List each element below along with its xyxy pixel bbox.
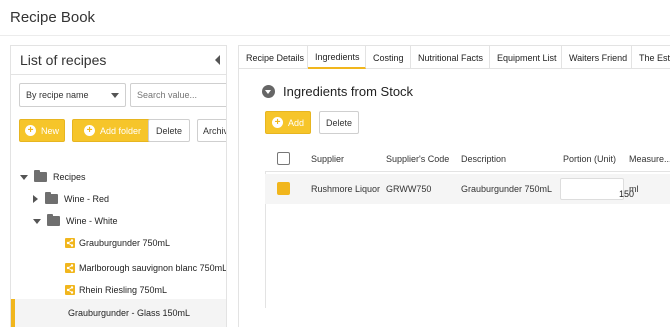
add-folder-label: Add folder — [99, 125, 142, 136]
tab-label: Equipment List — [497, 52, 557, 63]
new-button[interactable]: + New — [19, 119, 65, 142]
recipe-list-panel: List of recipes By recipe name + New + A… — [10, 45, 227, 327]
delete-label: Delete — [325, 117, 352, 128]
expand-icon[interactable] — [20, 174, 28, 180]
tab-waiters-friend[interactable]: Waiters Friend — [562, 46, 632, 69]
tree-recipe[interactable]: Marlborough sauvignon blanc 750mL — [65, 257, 227, 279]
filter-select[interactable]: By recipe name — [19, 83, 126, 107]
select-all-checkbox[interactable] — [277, 152, 290, 165]
column-header[interactable]: Supplier's Code — [386, 154, 449, 164]
delete-button[interactable]: Delete — [148, 119, 190, 142]
delete-label: Delete — [155, 125, 182, 136]
tree-folder-label: Wine - White — [66, 216, 118, 226]
tab-the-estimate[interactable]: The Esti — [632, 46, 670, 69]
tab-nutritional-facts[interactable]: Nutritional Facts — [411, 46, 490, 69]
divider — [11, 74, 226, 75]
app-title: Recipe Book — [10, 9, 96, 26]
tree-folder-label: Wine - Red — [64, 194, 110, 204]
tree-recipe[interactable]: Grauburgunder 750mL — [65, 232, 170, 254]
chevron-down-icon — [111, 93, 119, 98]
measure-cell: ml — [629, 184, 639, 194]
search-input[interactable] — [130, 83, 226, 107]
table-header: Supplier Supplier's Code Description Por… — [265, 146, 670, 172]
portion-input[interactable]: 150 — [560, 178, 634, 200]
folder-icon — [45, 192, 58, 204]
collapse-arrow-icon[interactable] — [33, 195, 38, 203]
tab-label: Ingredients — [315, 51, 360, 62]
column-header[interactable]: Description — [461, 154, 506, 164]
plus-icon: + — [83, 125, 95, 136]
recipe-label: Marlborough sauvignon blanc 750mL — [79, 263, 227, 273]
folder-icon — [34, 170, 47, 182]
tab-label: Nutritional Facts — [418, 52, 484, 63]
description-cell: Grauburgunder 750mL — [461, 184, 553, 194]
column-header[interactable]: Supplier — [311, 154, 344, 164]
supplier-cell: Rushmore Liquor — [311, 184, 381, 194]
share-icon — [65, 238, 75, 248]
archive-button[interactable]: Archiv — [197, 119, 227, 142]
tree-recipe[interactable]: Rhein Riesling 750mL — [65, 279, 167, 301]
share-icon — [65, 263, 75, 273]
share-icon — [65, 285, 75, 295]
collapse-icon[interactable] — [215, 55, 220, 65]
plus-icon: + — [24, 125, 36, 136]
add-folder-button[interactable]: + Add folder — [72, 119, 153, 142]
section-title: Ingredients from Stock — [283, 84, 414, 99]
tab-costing[interactable]: Costing — [366, 46, 411, 69]
tab-bar: Recipe Details Ingredients Costing Nutri… — [239, 46, 670, 69]
tab-label: The Esti — [639, 52, 670, 63]
collapse-section-icon[interactable] — [262, 85, 275, 98]
tab-label: Waiters Friend — [569, 52, 628, 63]
tab-label: Costing — [373, 52, 404, 63]
plus-icon: + — [271, 117, 283, 128]
tree-root[interactable]: Recipes — [20, 166, 86, 188]
recipe-label: Grauburgunder 750mL — [79, 238, 171, 248]
filter-select-value: By recipe name — [26, 90, 89, 100]
folder-icon — [47, 214, 60, 226]
column-header[interactable]: Portion (Unit) — [563, 154, 616, 164]
tree-folder[interactable]: Wine - Red — [33, 188, 109, 210]
tab-equipment-list[interactable]: Equipment List — [490, 46, 562, 69]
recipe-label: Rhein Riesling 750mL — [79, 285, 168, 295]
table-row[interactable]: Rushmore Liquor GRWW750 Grauburgunder 75… — [265, 174, 670, 204]
tab-recipe-details[interactable]: Recipe Details — [239, 46, 308, 69]
tab-label: Recipe Details — [246, 52, 305, 63]
app-header: Recipe Book — [0, 0, 670, 36]
recipe-detail-panel: Recipe Details Ingredients Costing Nutri… — [238, 45, 670, 327]
recipe-label: Grauburgunder - Glass 150mL — [68, 308, 191, 318]
add-label: Add — [287, 117, 304, 128]
archive-label: Archiv — [203, 125, 227, 136]
tree-root-label: Recipes — [53, 172, 86, 182]
delete-ingredient-button[interactable]: Delete — [319, 111, 359, 134]
tree-recipe-selected[interactable]: Grauburgunder - Glass 150mL — [68, 302, 190, 324]
row-checkbox[interactable] — [277, 182, 290, 195]
tab-ingredients[interactable]: Ingredients — [308, 46, 366, 69]
add-ingredient-button[interactable]: + Add — [265, 111, 311, 134]
tree-folder[interactable]: Wine - White — [33, 210, 118, 232]
panel-title: List of recipes — [20, 52, 107, 68]
new-button-label: New — [40, 125, 59, 136]
code-cell: GRWW750 — [386, 184, 432, 194]
column-header[interactable]: Measure... — [629, 154, 670, 164]
expand-icon[interactable] — [33, 218, 41, 224]
